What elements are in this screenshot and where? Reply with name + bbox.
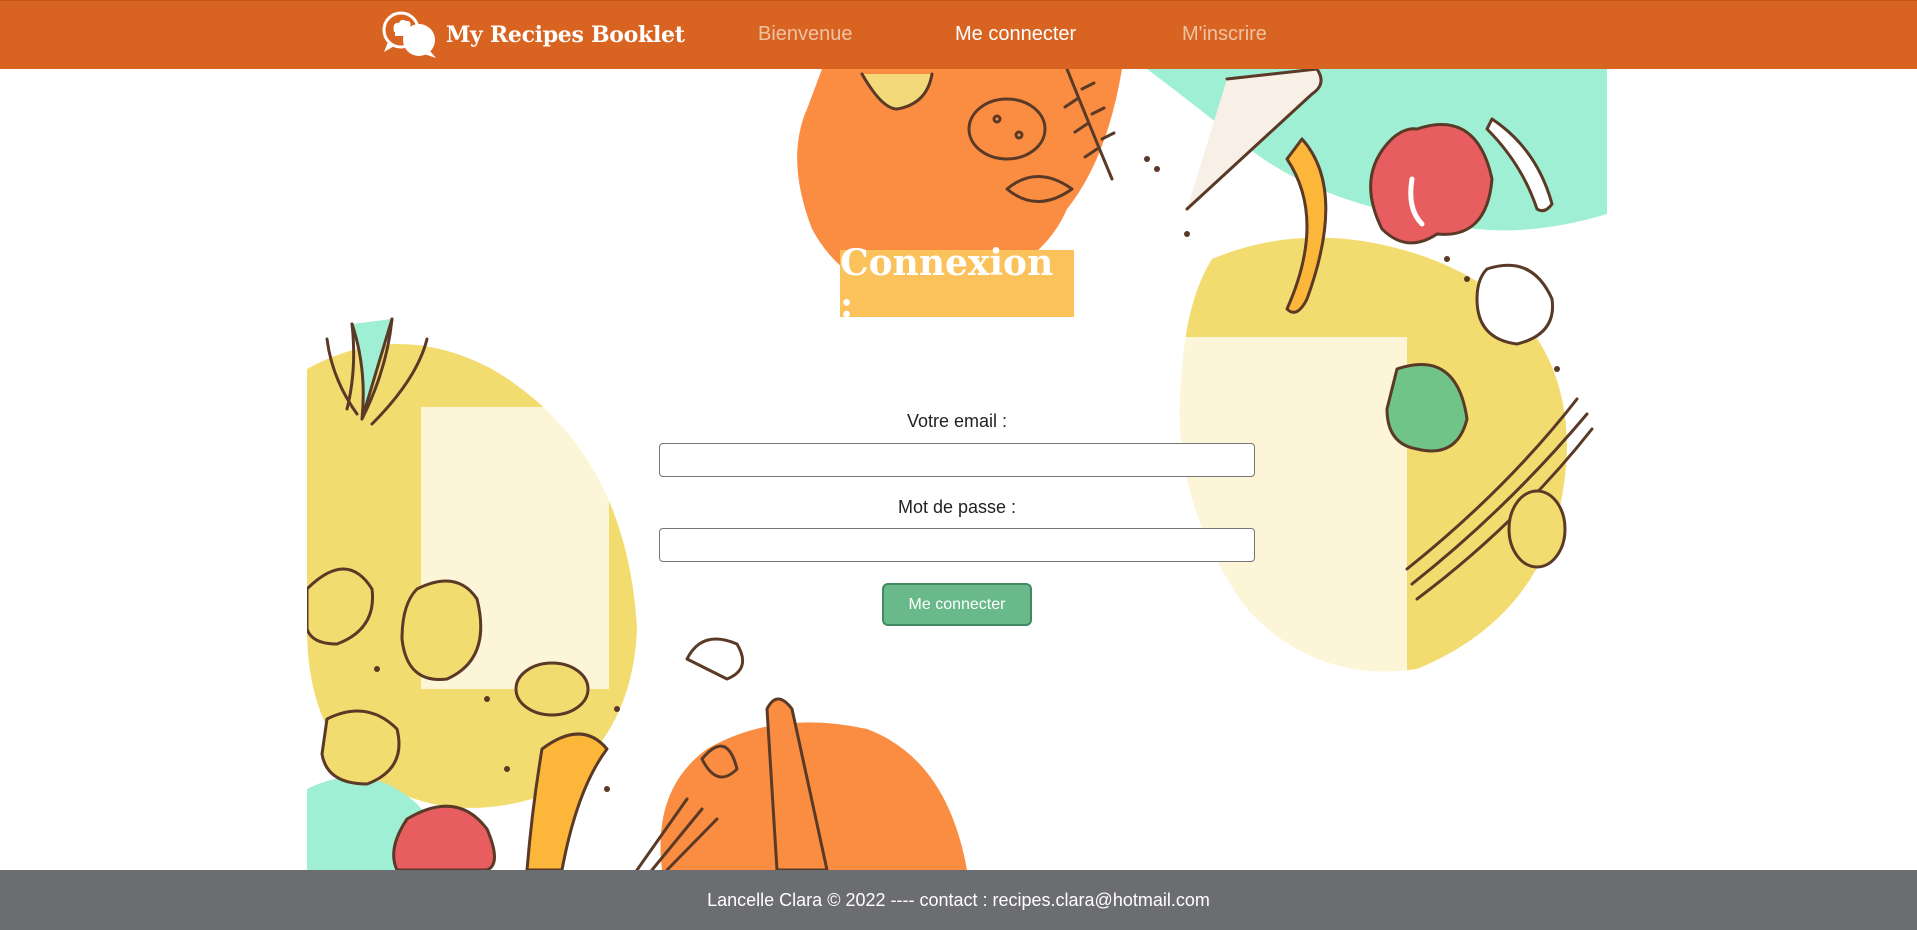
- footer-text: Lancelle Clara © 2022 ---- contact : rec…: [707, 889, 1210, 910]
- chef-speech-bubble-icon: [382, 11, 436, 58]
- nav-link-bienvenue[interactable]: Bienvenue: [758, 23, 853, 46]
- brand-name: My Recipes Booklet: [446, 22, 685, 48]
- page-title: Connexion :: [840, 241, 1054, 326]
- brand[interactable]: My Recipes Booklet: [380, 10, 685, 60]
- nav-link-inscrire[interactable]: M'inscrire: [1182, 23, 1267, 46]
- login-submit-button[interactable]: Me connecter: [882, 583, 1032, 626]
- nav-link-me-connecter[interactable]: Me connecter: [955, 23, 1076, 46]
- password-label: Mot de passe :: [897, 497, 1017, 517]
- password-input[interactable]: [659, 528, 1255, 562]
- email-label: Votre email :: [906, 411, 1008, 431]
- login-title-box: Connexion :: [840, 242, 1074, 326]
- top-navbar: My Recipes Booklet Bienvenue Me connecte…: [0, 0, 1917, 69]
- email-input[interactable]: [659, 443, 1255, 477]
- footer: Lancelle Clara © 2022 ---- contact : rec…: [0, 870, 1917, 930]
